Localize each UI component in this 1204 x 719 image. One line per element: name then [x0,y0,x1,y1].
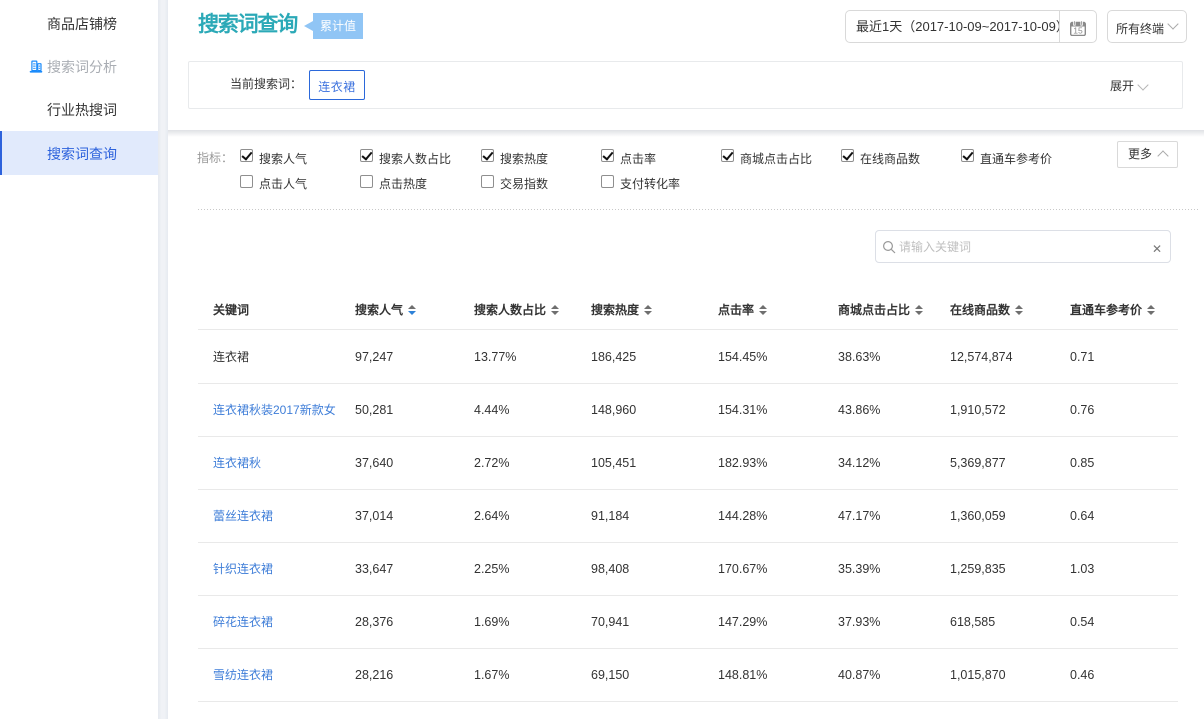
svg-text:15: 15 [1073,26,1083,36]
